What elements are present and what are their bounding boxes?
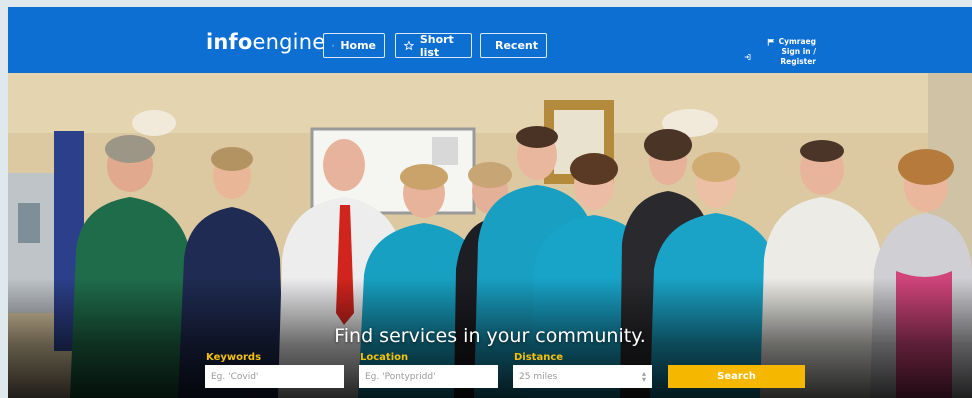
home-button-label: Home [340, 39, 376, 52]
recent-button-label: Recent [495, 39, 539, 52]
site-header: infoengine Home Short list Recent Cymrae… [8, 7, 972, 73]
location-input[interactable]: Eg. 'Pontypridd' [359, 365, 498, 388]
header-account-links: Cymraeg Sign in / Register [744, 37, 816, 67]
keywords-placeholder: Eg. 'Covid' [211, 371, 259, 382]
hero-banner: Find services in your community. Keyword… [8, 73, 972, 398]
star-icon [404, 40, 414, 51]
location-placeholder: Eg. 'Pontypridd' [365, 371, 436, 382]
site-logo[interactable]: infoengine [206, 30, 325, 54]
search-button-label: Search [717, 371, 756, 382]
sign-in-link-label: Sign in / Register [780, 47, 816, 66]
page-frame: infoengine Home Short list Recent Cymrae… [0, 0, 972, 398]
location-label: Location [360, 352, 409, 363]
keywords-input[interactable]: Eg. 'Covid' [205, 365, 344, 388]
distance-select[interactable]: 25 miles ▴ ▾ [513, 365, 652, 388]
search-button[interactable]: Search [668, 365, 805, 388]
distance-value: 25 miles [519, 371, 558, 382]
distance-label: Distance [514, 352, 564, 363]
language-link[interactable]: Cymraeg [744, 37, 816, 47]
logo-bold-part: info [206, 30, 253, 54]
flag-icon [767, 38, 774, 46]
sign-in-icon [744, 54, 751, 60]
hero-tagline: Find services in your community. [334, 325, 646, 347]
short-list-button-label: Short list [419, 32, 454, 59]
keywords-label: Keywords [206, 352, 262, 363]
home-icon [332, 44, 335, 47]
language-link-label: Cymraeg [778, 37, 816, 46]
sign-in-link[interactable]: Sign in / Register [744, 47, 816, 67]
home-button[interactable]: Home [323, 33, 385, 58]
stepper-arrows-icon[interactable]: ▴ ▾ [642, 369, 646, 383]
recent-button[interactable]: Recent [480, 33, 547, 58]
logo-regular-part: engine [252, 30, 326, 54]
short-list-button[interactable]: Short list [395, 32, 472, 59]
